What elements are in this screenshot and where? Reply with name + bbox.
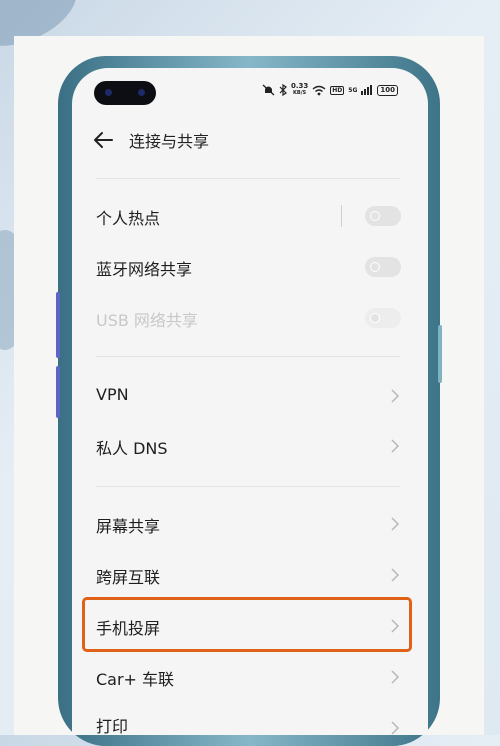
row-label: Car+ 车联	[96, 670, 175, 689]
chevron-right-icon	[391, 389, 400, 403]
row-label: 蓝牙网络共享	[96, 260, 193, 279]
bluetooth-tethering-toggle[interactable]	[365, 257, 401, 277]
row-vpn[interactable]: VPN	[72, 372, 428, 420]
signal-icon	[361, 85, 373, 95]
highlight-box	[82, 597, 412, 652]
page-title: 连接与共享	[129, 132, 210, 151]
chevron-right-icon	[391, 568, 400, 582]
network-speed: 0.33 KB/S	[291, 83, 308, 97]
toggle-knob	[370, 211, 380, 221]
chevron-right-icon	[391, 721, 400, 735]
chevron-right-icon	[391, 517, 400, 531]
power-button	[56, 366, 60, 418]
punch-hole-camera	[94, 81, 156, 105]
usb-tethering-toggle	[365, 308, 401, 328]
section-divider	[96, 178, 400, 179]
chevron-right-icon	[391, 439, 400, 453]
section-divider	[96, 356, 400, 357]
row-cross-screen[interactable]: 跨屏互联	[72, 551, 428, 599]
row-screen-sharing[interactable]: 屏幕共享	[72, 500, 428, 548]
toggle-knob	[370, 262, 380, 272]
row-label: 打印	[96, 717, 129, 735]
5g-indicator: 5G	[348, 86, 358, 94]
page-header: 连接与共享	[72, 120, 428, 160]
row-car-connect[interactable]: Car+ 车联	[72, 653, 428, 701]
row-print[interactable]: 打印	[72, 700, 428, 735]
network-speed-value: 0.33	[290, 82, 309, 90]
row-bluetooth-tethering[interactable]: 蓝牙网络共享	[72, 243, 428, 291]
vertical-separator	[341, 205, 342, 227]
camera-lens	[105, 89, 112, 96]
status-icons: 0.33 KB/S HD 5G 100	[262, 83, 398, 97]
row-label: 屏幕共享	[96, 517, 161, 536]
network-speed-unit: KB/S	[293, 90, 307, 96]
camera-lens	[138, 89, 145, 96]
section-divider	[96, 486, 400, 487]
side-button	[438, 325, 442, 383]
status-bar: 0.33 KB/S HD 5G 100	[72, 68, 428, 116]
row-label: 个人热点	[96, 209, 161, 228]
hotspot-toggle[interactable]	[365, 206, 401, 226]
battery-icon: 100	[377, 84, 398, 96]
hd-badge: HD	[330, 85, 345, 95]
row-label: VPN	[96, 385, 129, 404]
row-personal-hotspot[interactable]: 个人热点	[72, 192, 428, 240]
row-label: 私人 DNS	[96, 439, 168, 458]
volume-button	[56, 292, 60, 358]
mute-bell-icon	[262, 84, 275, 96]
bluetooth-icon	[279, 84, 287, 96]
toggle-knob	[370, 313, 380, 323]
row-label: 跨屏互联	[96, 568, 161, 587]
chevron-right-icon	[391, 670, 400, 684]
back-arrow-icon[interactable]	[92, 130, 114, 150]
wifi-icon	[312, 85, 326, 95]
row-label: USB 网络共享	[96, 311, 198, 330]
row-private-dns[interactable]: 私人 DNS	[72, 422, 428, 470]
row-usb-tethering: USB 网络共享	[72, 294, 428, 342]
